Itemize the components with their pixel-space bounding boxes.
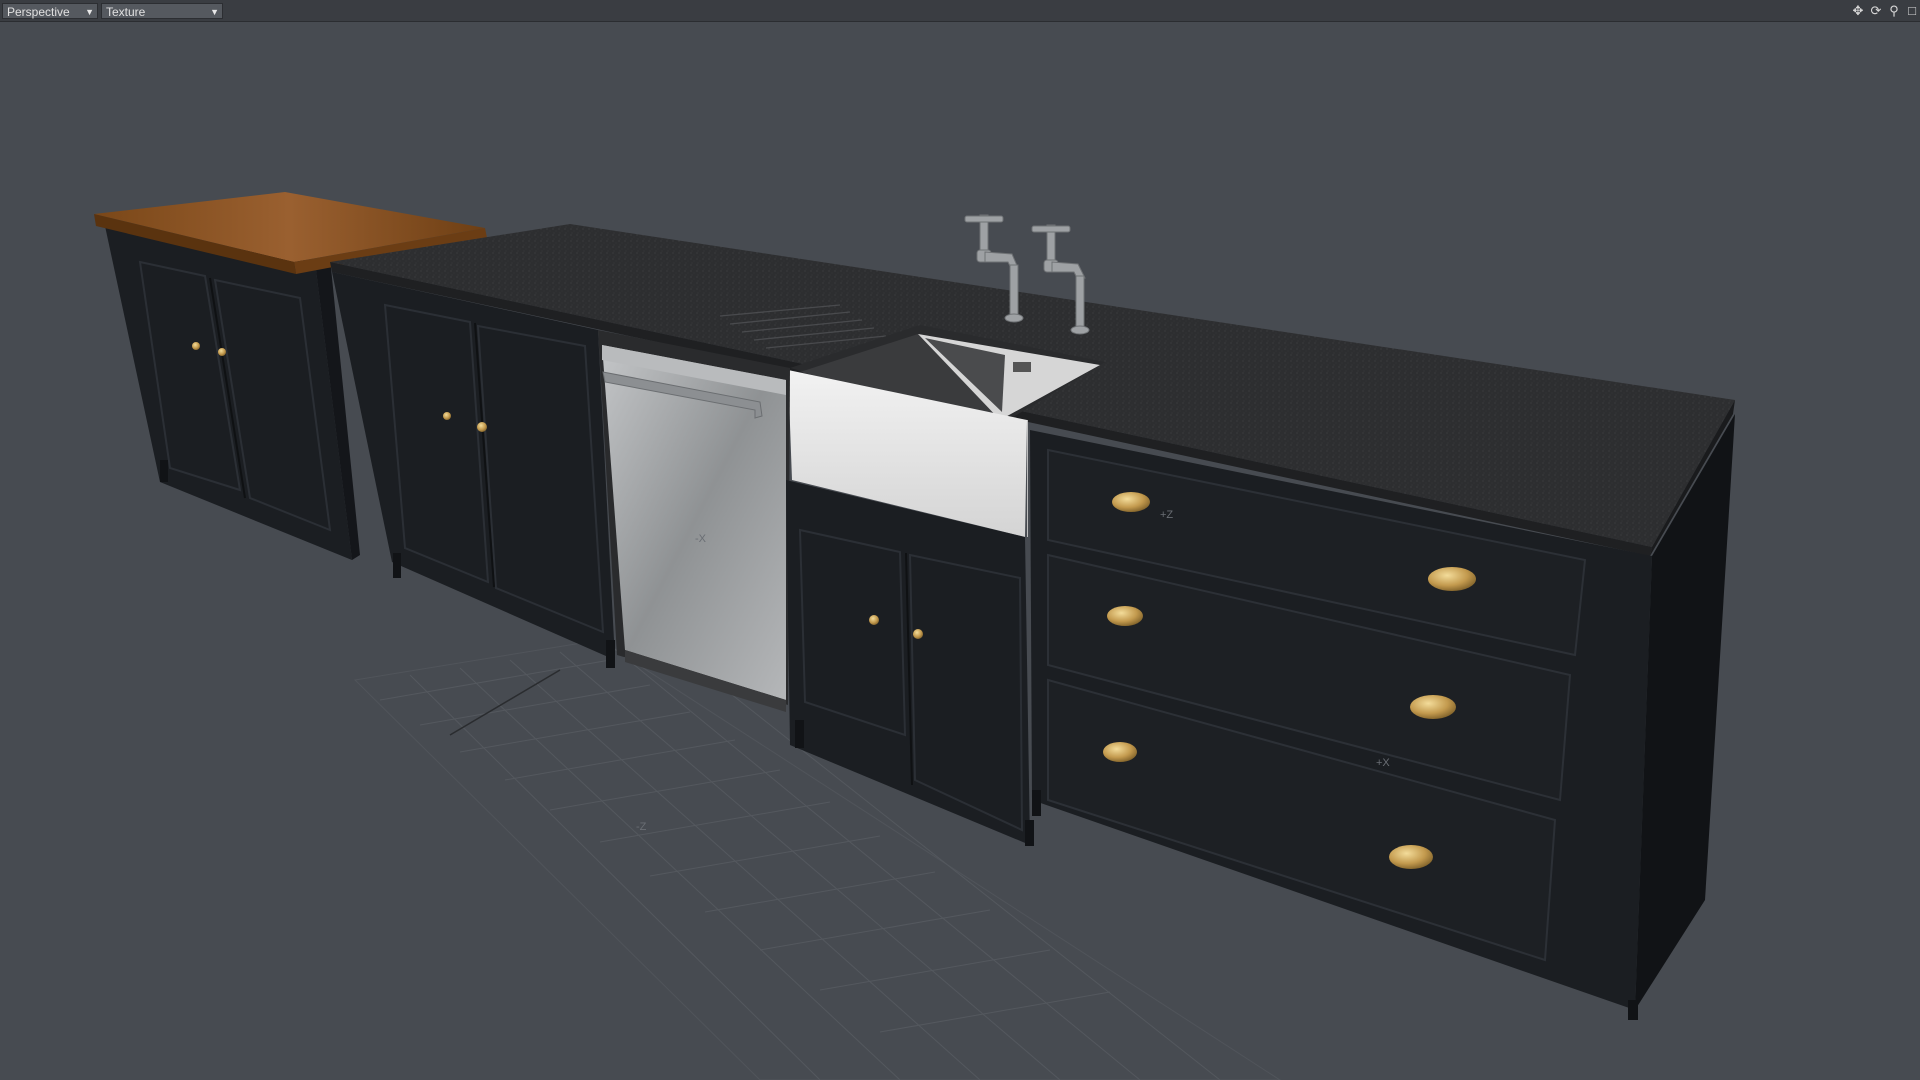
viewport-toolbar: Perspective ▼ Texture ▼ ✥ ⟳ ⚲ □ xyxy=(0,0,1920,22)
axis-label-plus-z: +Z xyxy=(1160,509,1173,521)
view-mode-value: Perspective xyxy=(7,5,70,19)
zoom-view-icon[interactable]: ⚲ xyxy=(1886,3,1902,19)
maximize-view-icon[interactable]: □ xyxy=(1904,3,1920,19)
cup-handle-icon xyxy=(1389,845,1433,869)
scene-canvas[interactable]: -Z -X +Z +X xyxy=(0,0,1920,1080)
axis-label-plus-x: +X xyxy=(1376,757,1390,769)
chevron-down-icon: ▼ xyxy=(85,7,94,17)
cup-handle-icon xyxy=(1107,606,1143,626)
knob-icon xyxy=(218,348,226,356)
cup-handle-icon xyxy=(1103,742,1137,762)
z-axis-line xyxy=(449,669,561,736)
axis-label-minus-z: -Z xyxy=(636,821,647,833)
rotate-view-icon[interactable]: ⟳ xyxy=(1868,3,1884,19)
knob-icon xyxy=(913,629,923,639)
knob-icon xyxy=(192,342,200,350)
cup-handle-icon xyxy=(1112,492,1150,512)
shading-mode-select[interactable]: Texture ▼ xyxy=(101,3,223,19)
cabinet-double-door[interactable] xyxy=(332,272,615,668)
cup-handle-icon xyxy=(1428,567,1476,591)
cup-handle-icon xyxy=(1410,695,1456,719)
axis-label-minus-x: -X xyxy=(695,533,707,545)
viewport-3d[interactable]: -Z -X +Z +X Perspective ▼ Texture ▼ ✥ ⟳ … xyxy=(0,0,1920,1080)
cabinet-sink-base[interactable] xyxy=(786,480,1034,846)
knob-icon xyxy=(869,615,879,625)
view-mode-select[interactable]: Perspective ▼ xyxy=(2,3,98,19)
knob-icon xyxy=(443,412,451,420)
chevron-down-icon: ▼ xyxy=(210,7,219,17)
shading-mode-value: Texture xyxy=(106,5,146,19)
view-tools: ✥ ⟳ ⚲ □ xyxy=(1850,3,1920,19)
move-view-icon[interactable]: ✥ xyxy=(1850,3,1866,19)
dishwasher[interactable]: -X xyxy=(598,330,790,712)
knob-icon xyxy=(477,422,487,432)
